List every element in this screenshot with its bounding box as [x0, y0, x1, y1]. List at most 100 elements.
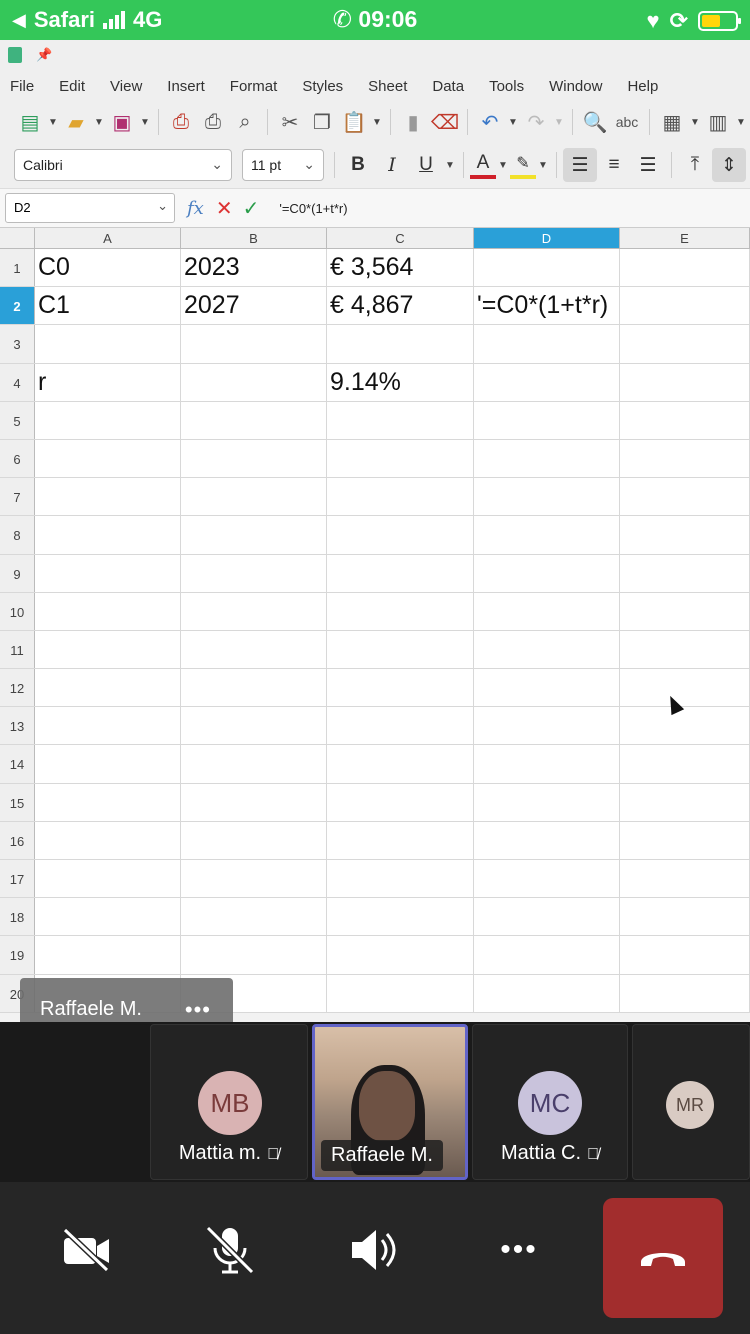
save-icon[interactable]: ▣ — [106, 106, 138, 138]
active-speaker-tile[interactable]: Raffaele M. — [312, 1024, 468, 1180]
clone-formatting-icon[interactable]: ▮ — [397, 106, 429, 138]
cell-b16[interactable] — [181, 821, 327, 859]
cell-d18[interactable] — [474, 898, 620, 936]
cell-e16[interactable] — [620, 821, 750, 859]
menu-insert[interactable]: Insert — [167, 78, 216, 95]
font-color-button[interactable]: A — [470, 151, 496, 179]
column-header-a[interactable]: A — [35, 228, 181, 248]
undo-icon[interactable]: ↶ — [474, 106, 506, 138]
font-name-combo[interactable]: Calibri ⌄ — [14, 149, 232, 181]
row-header[interactable]: 4 — [0, 363, 35, 401]
highlight-color-icon[interactable]: ✎ — [510, 151, 536, 179]
clear-formatting-icon[interactable]: ⌫ — [429, 106, 461, 138]
cancel-icon[interactable]: ✕ — [216, 196, 233, 221]
align-middle-icon[interactable]: ⇕ — [712, 148, 746, 182]
cell-d6[interactable] — [474, 439, 620, 478]
cell-b8[interactable] — [181, 516, 327, 554]
open-folder-icon[interactable]: ▰ — [60, 106, 92, 138]
formula-input[interactable]: '=C0*(1+t*r) — [279, 201, 347, 216]
cell-c6[interactable] — [327, 439, 474, 478]
cell-d19[interactable] — [474, 936, 620, 974]
redo-icon[interactable]: ↷ — [520, 106, 552, 138]
column-dropdown-icon[interactable]: ▼ — [734, 106, 748, 138]
cell-b2[interactable]: 2027 — [181, 287, 327, 325]
cell-d20[interactable] — [474, 974, 620, 1012]
cell-a18[interactable] — [35, 898, 181, 936]
cell-e18[interactable] — [620, 898, 750, 936]
cell-c4[interactable]: 9.14% — [327, 363, 474, 401]
redo-dropdown-icon[interactable]: ▼ — [552, 106, 566, 138]
select-all-corner[interactable] — [0, 228, 35, 248]
cell-d11[interactable] — [474, 630, 620, 669]
chevron-down-icon[interactable]: ⌄ — [303, 156, 315, 173]
cell-c1[interactable]: € 3,564 — [327, 249, 474, 287]
cell-c18[interactable] — [327, 898, 474, 936]
name-box[interactable]: D2 ⌄ — [5, 193, 175, 223]
cell-a1[interactable]: C0 — [35, 249, 181, 287]
cell-a14[interactable] — [35, 745, 181, 783]
paste-dropdown-icon[interactable]: ▼ — [370, 106, 384, 138]
row-header[interactable]: 6 — [0, 439, 35, 478]
cell-e12[interactable] — [620, 669, 750, 707]
cell-b17[interactable] — [181, 860, 327, 898]
underline-button[interactable]: U — [409, 148, 443, 182]
cell-a13[interactable] — [35, 707, 181, 745]
row-header[interactable]: 7 — [0, 478, 35, 516]
menu-file[interactable]: File — [10, 78, 45, 95]
row-header[interactable]: 11 — [0, 630, 35, 669]
cell-b3[interactable] — [181, 325, 327, 363]
speaker-button[interactable] — [345, 1220, 405, 1280]
cut-icon[interactable]: ✂ — [274, 106, 306, 138]
cell-c13[interactable] — [327, 707, 474, 745]
column-header-e[interactable]: E — [620, 228, 750, 248]
export-pdf-icon[interactable]: ⎙ — [165, 106, 197, 138]
cell-c20[interactable] — [327, 974, 474, 1012]
cell-d13[interactable] — [474, 707, 620, 745]
italic-button[interactable]: I — [375, 148, 409, 182]
presenter-name-overlay[interactable]: Raffaele M. ••• — [20, 978, 233, 1022]
font-color-dropdown-icon[interactable]: ▼ — [496, 149, 510, 181]
cell-e20[interactable] — [620, 974, 750, 1012]
cell-e4[interactable] — [620, 363, 750, 401]
cell-d9[interactable] — [474, 554, 620, 592]
cell-e1[interactable] — [620, 249, 750, 287]
copy-icon[interactable]: ❐ — [306, 106, 338, 138]
cell-c17[interactable] — [327, 860, 474, 898]
undo-dropdown-icon[interactable]: ▼ — [506, 106, 520, 138]
spelling-icon[interactable]: abc — [611, 106, 643, 138]
cell-e19[interactable] — [620, 936, 750, 974]
row-header[interactable]: 19 — [0, 936, 35, 974]
cell-e17[interactable] — [620, 860, 750, 898]
cell-c14[interactable] — [327, 745, 474, 783]
cell-e10[interactable] — [620, 592, 750, 630]
row-header[interactable]: 2 — [0, 287, 35, 325]
cell-a12[interactable] — [35, 669, 181, 707]
menu-sheet[interactable]: Sheet — [368, 78, 418, 95]
menu-view[interactable]: View — [110, 78, 153, 95]
cell-b1[interactable]: 2023 — [181, 249, 327, 287]
row-header[interactable]: 10 — [0, 592, 35, 630]
cell-c12[interactable] — [327, 669, 474, 707]
cell-b7[interactable] — [181, 478, 327, 516]
cell-a7[interactable] — [35, 478, 181, 516]
pin-icon[interactable]: 📌 — [36, 47, 52, 63]
row-header[interactable]: 5 — [0, 401, 35, 439]
cell-d7[interactable] — [474, 478, 620, 516]
cell-d10[interactable] — [474, 592, 620, 630]
column-header-b[interactable]: B — [181, 228, 327, 248]
cell-b4[interactable] — [181, 363, 327, 401]
row-header[interactable]: 14 — [0, 745, 35, 783]
cell-b9[interactable] — [181, 554, 327, 592]
row-header[interactable]: 13 — [0, 707, 35, 745]
find-replace-icon[interactable]: 🔍 — [579, 106, 611, 138]
call-time[interactable]: ✆ 09:06 — [0, 6, 750, 33]
cell-e8[interactable] — [620, 516, 750, 554]
cell-d16[interactable] — [474, 821, 620, 859]
print-preview-icon[interactable]: ⌕ — [229, 106, 261, 138]
row-icon[interactable]: ▦ — [656, 106, 688, 138]
row-header[interactable]: 17 — [0, 860, 35, 898]
align-top-icon[interactable]: ⤒ — [678, 148, 712, 182]
cell-b19[interactable] — [181, 936, 327, 974]
participant-tile[interactable]: MC Mattia C. 🎙̸ — [472, 1024, 628, 1180]
cell-b11[interactable] — [181, 630, 327, 669]
